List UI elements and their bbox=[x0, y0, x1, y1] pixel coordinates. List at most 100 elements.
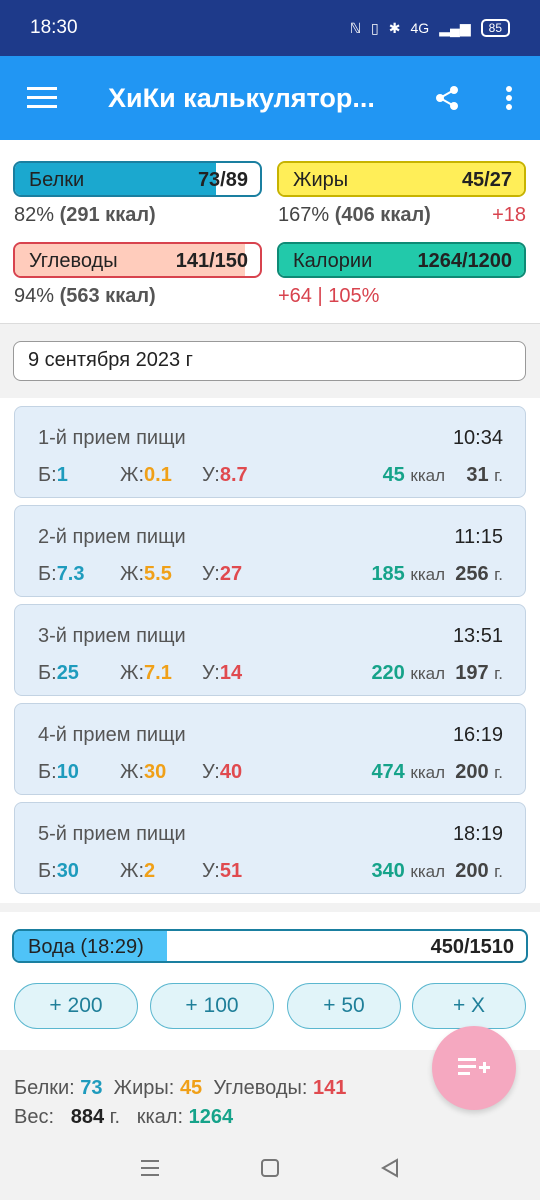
meal-card[interactable]: 5-й прием пищи 18:19 Б:30 Ж:2 У:51 340 ккал 20… bbox=[14, 802, 526, 894]
meal-macros: Б:25 Ж:7.1 У:14 bbox=[38, 662, 284, 685]
meal-carbs-label: У: bbox=[202, 662, 220, 684]
share-button[interactable] bbox=[416, 56, 478, 140]
fat-value: 45/27 bbox=[461, 169, 512, 191]
meal-kcal-unit: ккал bbox=[410, 565, 445, 584]
hamburger-icon bbox=[27, 87, 57, 108]
carbs-kcal: (563 ккал) bbox=[59, 285, 156, 307]
meal-macros: Б:10 Ж:30 У:40 bbox=[38, 761, 284, 784]
meal-grams-value: 200 bbox=[455, 761, 489, 783]
meal-carbs-value: 40 bbox=[219, 761, 243, 783]
meal-carbs-label: У: bbox=[202, 761, 220, 783]
meal-card[interactable]: 2-й прием пищи 11:15 Б:7.3 Ж:5.5 У:27 185 кка… bbox=[14, 505, 526, 597]
meal-name: 5-й прием пищи bbox=[38, 823, 186, 845]
totals-carbs-value: 141 bbox=[313, 1077, 347, 1099]
meal-kcal: 220 ккал bbox=[371, 662, 445, 685]
status-bar: 18:30 ℕ ▯ ✱ 4G ▂▄▆ 85 bbox=[0, 0, 540, 56]
carbs-detail: 94% (563 ккал) bbox=[14, 285, 156, 308]
water-label: Вода (18:29) bbox=[28, 936, 144, 958]
meal-fat-label: Ж: bbox=[120, 662, 145, 684]
add-meal-fab[interactable] bbox=[432, 1026, 516, 1110]
calories-bar[interactable]: Калории 1264/1200 bbox=[277, 242, 526, 278]
meal-fat-value: 2 bbox=[144, 860, 156, 882]
meal-kcal-unit: ккал bbox=[410, 664, 445, 683]
meal-card[interactable]: 4-й прием пищи 16:19 Б:10 Ж:30 У:40 474 ккал 2… bbox=[14, 703, 526, 795]
bluetooth-icon: ✱ bbox=[388, 19, 401, 36]
carbs-value: 141/150 bbox=[175, 250, 248, 272]
meal-protein-value: 7.3 bbox=[56, 563, 85, 585]
meal-card[interactable]: 3-й прием пищи 13:51 Б:25 Ж:7.1 У:14 220 ккал… bbox=[14, 604, 526, 696]
meal-fat-label: Ж: bbox=[120, 761, 145, 783]
meal-time: 16:19 bbox=[452, 724, 503, 746]
more-options-button[interactable] bbox=[478, 56, 540, 140]
meal-fat-label: Ж: bbox=[120, 860, 145, 882]
menu-button[interactable] bbox=[0, 56, 84, 140]
meal-fat-label: Ж: bbox=[120, 464, 145, 486]
totals-macros-row: Белки: 73 Жиры: 45 Углеводы: 141 bbox=[14, 1074, 346, 1103]
meal-kcal: 185 ккал bbox=[371, 563, 445, 586]
meal-kcal-unit: ккал bbox=[410, 763, 445, 782]
meal-kcal-value: 45 bbox=[382, 464, 405, 486]
totals-weight-row: Вес: 884 г. ккал: 1264 bbox=[14, 1103, 346, 1132]
network-label: 4G bbox=[410, 20, 430, 36]
meal-protein-value: 1 bbox=[56, 464, 68, 486]
status-icons: ℕ ▯ ✱ 4G ▂▄▆ 85 bbox=[350, 19, 510, 37]
meal-kcal: 340 ккал bbox=[371, 860, 445, 883]
status-time: 18:30 bbox=[30, 17, 78, 38]
battery-icon: 85 bbox=[480, 19, 510, 37]
meal-fat-label: Ж: bbox=[120, 563, 145, 585]
meal-fat-value: 30 bbox=[144, 761, 167, 783]
water-add-50-button[interactable]: + 50 bbox=[287, 983, 401, 1029]
fat-over: +18 bbox=[492, 204, 526, 226]
meal-kcal-value: 340 bbox=[371, 860, 405, 882]
fat-detail: 167% (406 ккал) bbox=[278, 204, 431, 227]
totals-protein-label: Белки: bbox=[14, 1077, 75, 1099]
meal-grams-unit: г. bbox=[494, 565, 503, 584]
protein-kcal: (291 ккал) bbox=[59, 204, 156, 226]
calories-value: 1264/1200 bbox=[417, 250, 512, 272]
meal-time: 11:15 bbox=[454, 526, 503, 548]
totals-weight-unit: г. bbox=[109, 1106, 121, 1128]
meal-time: 18:19 bbox=[452, 823, 503, 845]
vibrate-icon: ▯ bbox=[371, 19, 379, 36]
water-add-100-button[interactable]: + 100 bbox=[150, 983, 274, 1029]
nfc-icon: ℕ bbox=[349, 19, 362, 36]
nav-back-icon[interactable] bbox=[379, 1157, 401, 1179]
protein-bar[interactable]: Белки 73/89 bbox=[13, 161, 262, 197]
totals-kcal-label: ккал: bbox=[136, 1106, 184, 1128]
date-field[interactable]: 9 сентября 2023 г bbox=[13, 341, 526, 381]
meal-time: 10:34 bbox=[452, 427, 503, 449]
more-vert-icon bbox=[506, 86, 512, 110]
meal-name: 1-й прием пищи bbox=[38, 427, 186, 449]
app-bar: ХиКи калькулятор... bbox=[0, 56, 540, 140]
meal-grams-unit: г. bbox=[494, 763, 503, 782]
meal-carbs-label: У: bbox=[202, 860, 220, 882]
meal-protein-value: 30 bbox=[56, 860, 79, 882]
totals-fat-value: 45 bbox=[179, 1077, 203, 1099]
meal-kcal: 45 ккал bbox=[383, 464, 445, 487]
water-bar[interactable]: Вода (18:29) 450/1510 bbox=[12, 929, 528, 963]
meal-grams-value: 200 bbox=[455, 860, 489, 882]
meal-fat-value: 0.1 bbox=[144, 464, 172, 486]
meal-time: 13:51 bbox=[452, 625, 503, 647]
meal-carbs-label: У: bbox=[202, 464, 220, 486]
water-add-custom-button[interactable]: + X bbox=[412, 983, 526, 1029]
nav-recents-icon[interactable] bbox=[139, 1158, 161, 1178]
meal-grams-unit: г. bbox=[494, 664, 503, 683]
fat-kcal: (406 ккал) bbox=[334, 204, 431, 226]
water-add-200-button[interactable]: + 200 bbox=[14, 983, 138, 1029]
carbs-bar[interactable]: Углеводы 141/150 bbox=[13, 242, 262, 278]
meal-card[interactable]: 1-й прием пищи 10:34 Б:1 Ж:0.1 У:8.7 45 ккал 3… bbox=[14, 406, 526, 498]
meal-carbs-value: 8.7 bbox=[219, 464, 248, 486]
meal-grams: 256 г. bbox=[455, 563, 503, 586]
meal-kcal-value: 474 bbox=[371, 761, 405, 783]
meal-name: 4-й прием пищи bbox=[38, 724, 186, 746]
meal-grams-value: 31 bbox=[466, 464, 489, 486]
totals-kcal-value: 1264 bbox=[188, 1106, 234, 1128]
fat-percent: 167% bbox=[278, 204, 330, 226]
meal-kcal-value: 185 bbox=[371, 563, 405, 585]
fat-bar[interactable]: Жиры 45/27 bbox=[277, 161, 526, 197]
meal-grams-value: 197 bbox=[455, 662, 489, 684]
nav-home-icon[interactable] bbox=[259, 1157, 281, 1179]
meal-protein-label: Б: bbox=[38, 860, 57, 882]
totals-fat-label: Жиры: bbox=[113, 1077, 175, 1099]
